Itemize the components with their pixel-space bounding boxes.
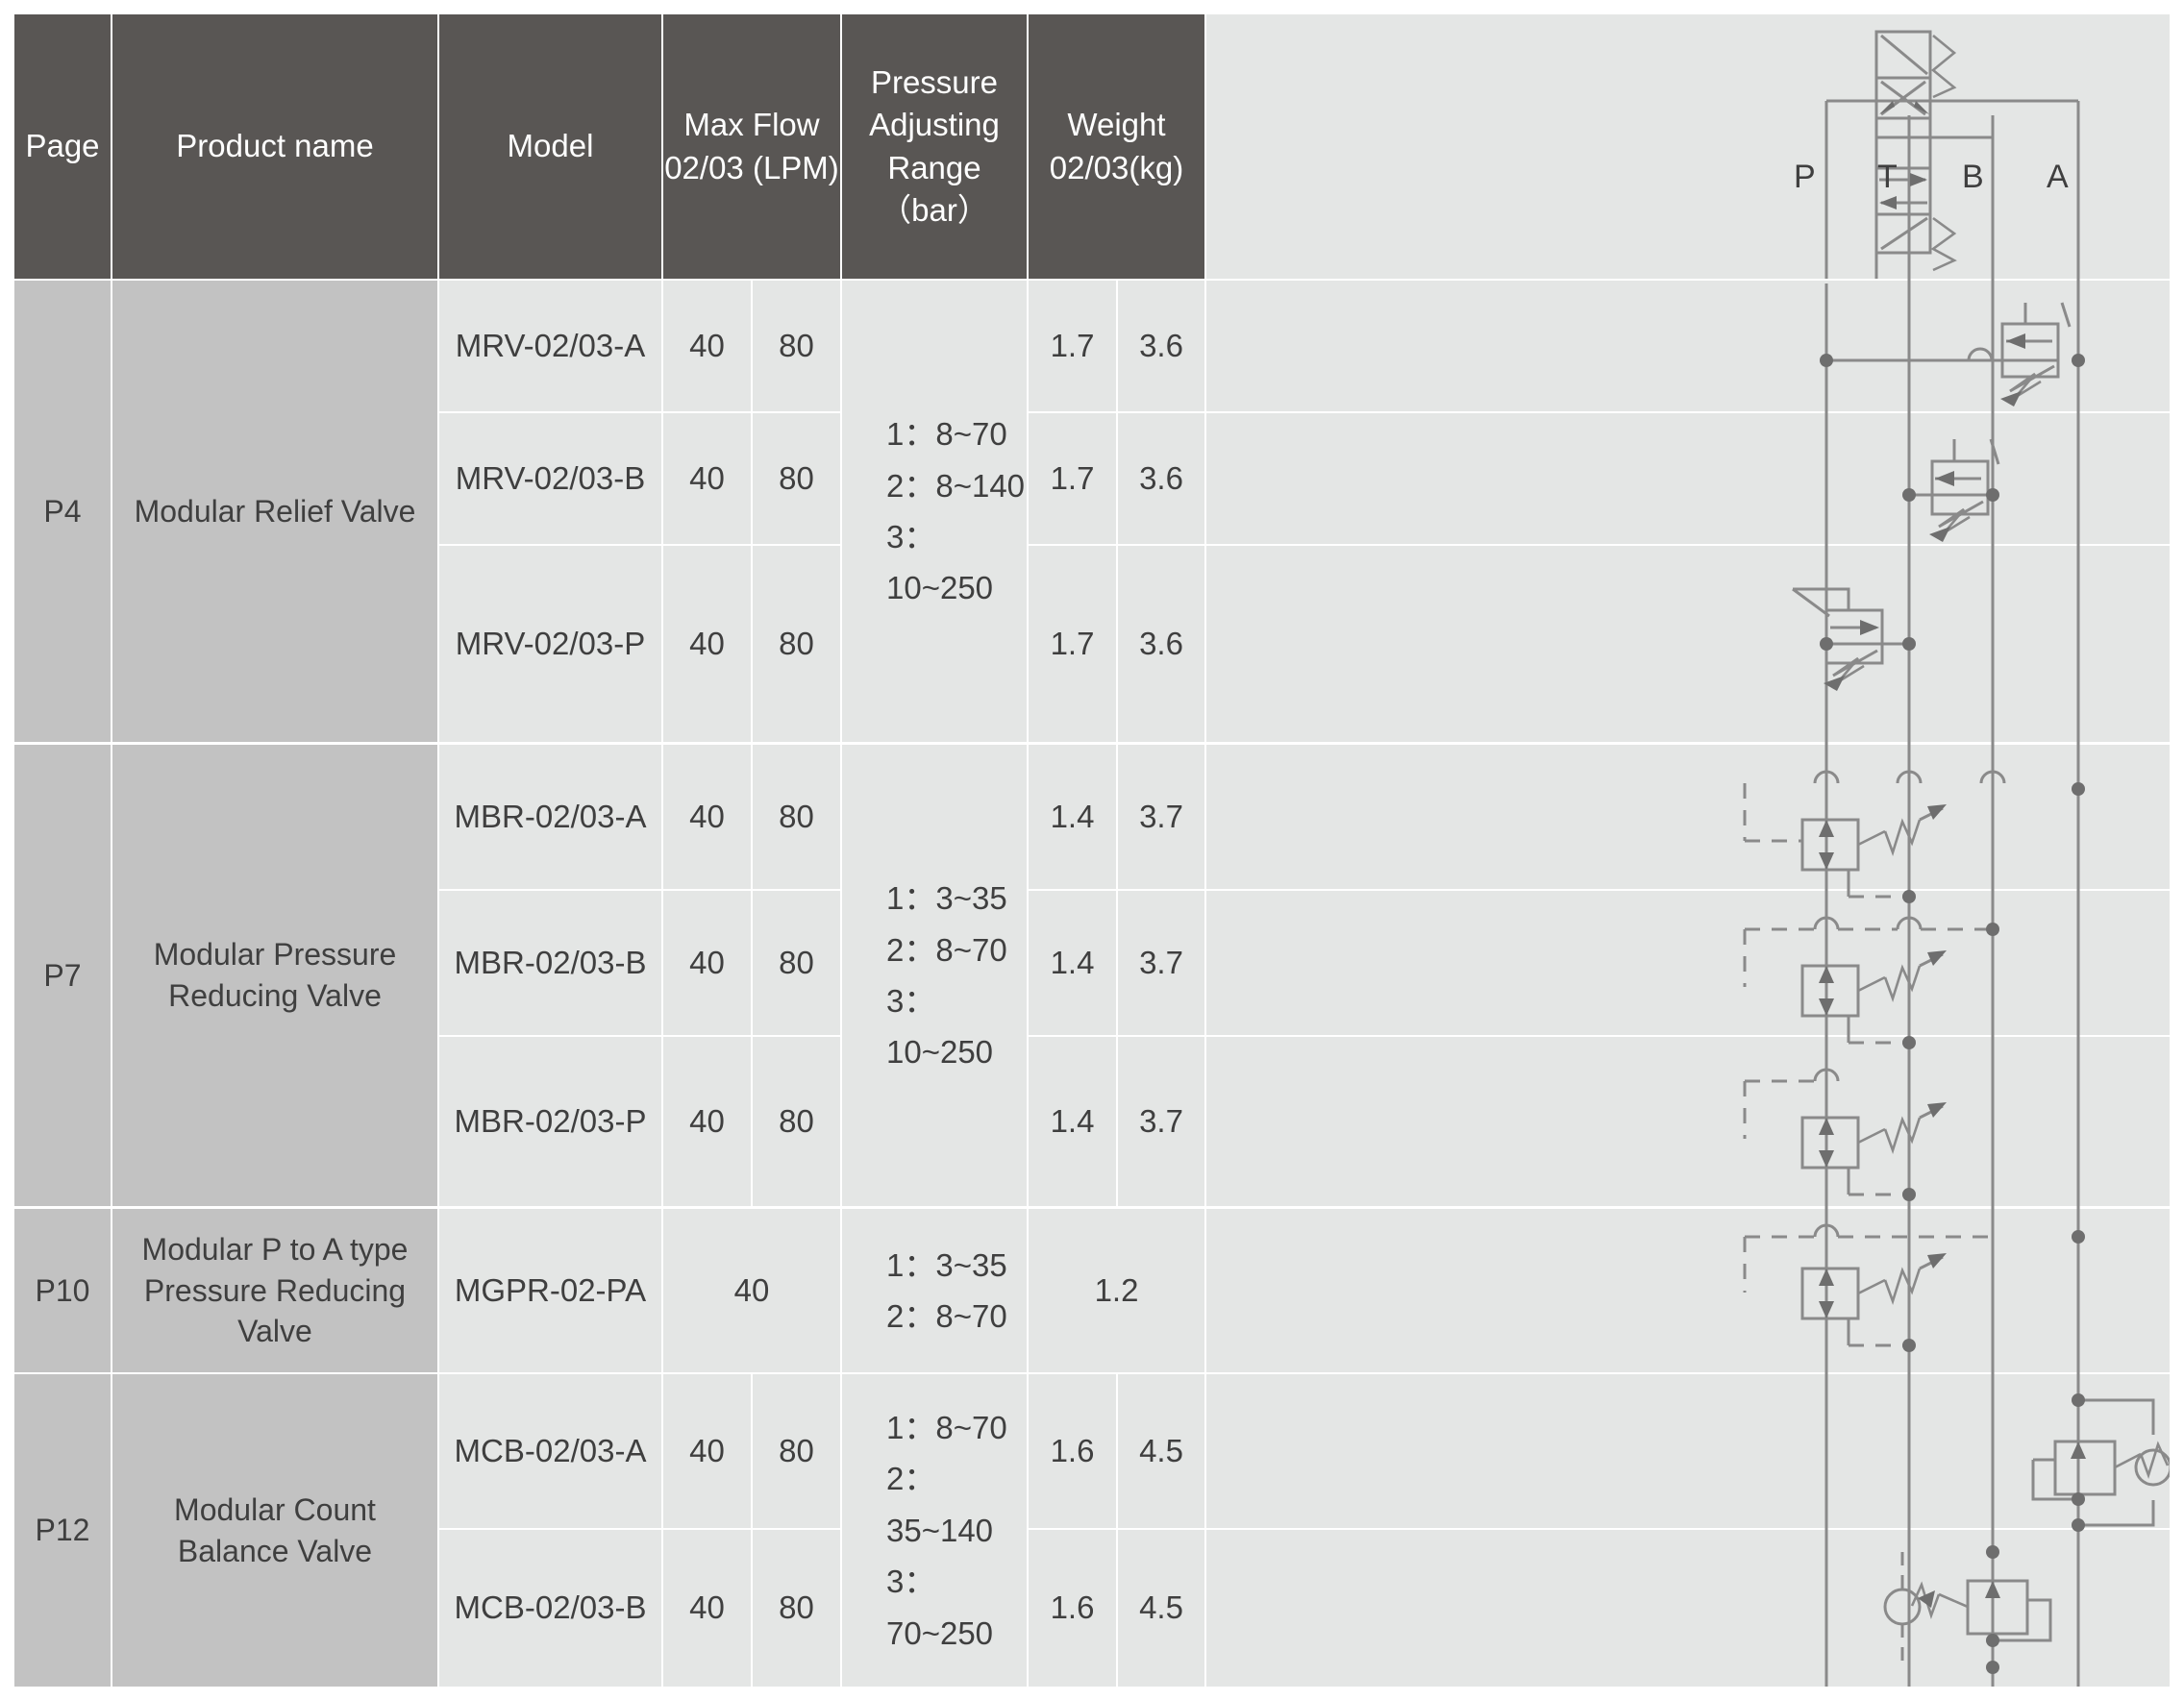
weight-03-cell: 3.7 [1118,745,1204,889]
weight-02-cell: 1.6 [1029,1374,1116,1528]
flow-03-cell: 80 [753,1374,840,1528]
weight-02-cell: 1.4 [1029,745,1116,889]
weight-03-cell: 3.7 [1118,891,1204,1035]
model-cell: MRV-02/03-P [439,546,661,742]
weight-03-cell: 4.5 [1118,1530,1204,1687]
weight-03-cell: 3.6 [1118,281,1204,411]
symbol-cell-reducing-valve-p [1206,1037,2170,1206]
pressure-range-cell-p4: 1：8~70 2：8~140 3：10~250 [842,281,1027,742]
flow-03-cell: 80 [753,745,840,889]
flow-02-cell: 40 [663,1037,751,1206]
weight-02-cell: 1.7 [1029,281,1116,411]
flow-02-cell: 40 [663,413,751,544]
model-cell: MBR-02/03-P [439,1037,661,1206]
symbol-cell-relief-valve-a [1206,281,2170,411]
flow-02-cell: 40 [663,1530,751,1687]
weight-03-cell: 3.6 [1118,413,1204,544]
flow-02-cell: 40 [663,1374,751,1528]
column-header-model: Model [439,14,661,279]
flow-03-cell: 80 [753,546,840,742]
symbol-cell-reducing-valve-b [1206,891,2170,1035]
weight-02-cell: 1.7 [1029,546,1116,742]
weight-03-cell: 4.5 [1118,1374,1204,1528]
group-page-p4: P4 [14,281,111,742]
flow-span-cell: 40 [663,1209,840,1372]
model-cell: MGPR-02-PA [439,1209,661,1372]
model-cell: MCB-02/03-B [439,1530,661,1687]
spec-table-sheet: Page Product name Model Max Flow 02/03 (… [0,0,2184,1700]
column-header-symbol [1206,14,2170,279]
column-header-pressure-adjusting-range: Pressure Adjusting Range （bar） [842,14,1027,279]
column-header-product-name: Product name [112,14,437,279]
group-page-p12: P12 [14,1374,111,1687]
symbol-cell-counterbalance-valve-a [1206,1374,2170,1528]
flow-03-cell: 80 [753,1037,840,1206]
column-header-page: Page [14,14,111,279]
flow-02-cell: 40 [663,546,751,742]
symbol-cell-relief-valve-b [1206,413,2170,544]
model-cell: MBR-02/03-A [439,745,661,889]
weight-span-cell: 1.2 [1029,1209,1204,1372]
pressure-range-cell-p7: 1：3~35 2：8~70 3：10~250 [842,745,1027,1206]
column-header-weight: Weight 02/03(kg) [1029,14,1204,279]
column-header-max-flow: Max Flow 02/03 (LPM) [663,14,840,279]
flow-03-cell: 80 [753,281,840,411]
pressure-range-cell-p10: 1：3~35 2：8~70 [842,1209,1027,1372]
symbol-cell-counterbalance-valve-b [1206,1530,2170,1687]
group-product-name-p7: Modular Pressure Reducing Valve [112,745,437,1206]
model-cell: MCB-02/03-A [439,1374,661,1528]
symbol-cell-reducing-valve-a [1206,745,2170,889]
group-page-p10: P10 [14,1209,111,1372]
weight-02-cell: 1.4 [1029,891,1116,1035]
pressure-range-cell-p12: 1：8~70 2：35~140 3：70~250 [842,1374,1027,1687]
group-page-p7: P7 [14,745,111,1206]
model-cell: MBR-02/03-B [439,891,661,1035]
model-cell: MRV-02/03-A [439,281,661,411]
weight-02-cell: 1.6 [1029,1530,1116,1687]
symbol-cell-relief-valve-p [1206,546,2170,742]
group-product-name-p4: Modular Relief Valve [112,281,437,742]
weight-03-cell: 3.6 [1118,546,1204,742]
symbol-cell-reducing-valve-pa [1206,1209,2170,1372]
weight-02-cell: 1.7 [1029,413,1116,544]
group-product-name-p12: Modular Count Balance Valve [112,1374,437,1687]
weight-03-cell: 3.7 [1118,1037,1204,1206]
flow-03-cell: 80 [753,891,840,1035]
flow-03-cell: 80 [753,1530,840,1687]
flow-02-cell: 40 [663,281,751,411]
flow-03-cell: 80 [753,413,840,544]
group-product-name-p10: Modular P to A type Pressure Reducing Va… [112,1209,437,1372]
weight-02-cell: 1.4 [1029,1037,1116,1206]
flow-02-cell: 40 [663,891,751,1035]
model-cell: MRV-02/03-B [439,413,661,544]
flow-02-cell: 40 [663,745,751,889]
